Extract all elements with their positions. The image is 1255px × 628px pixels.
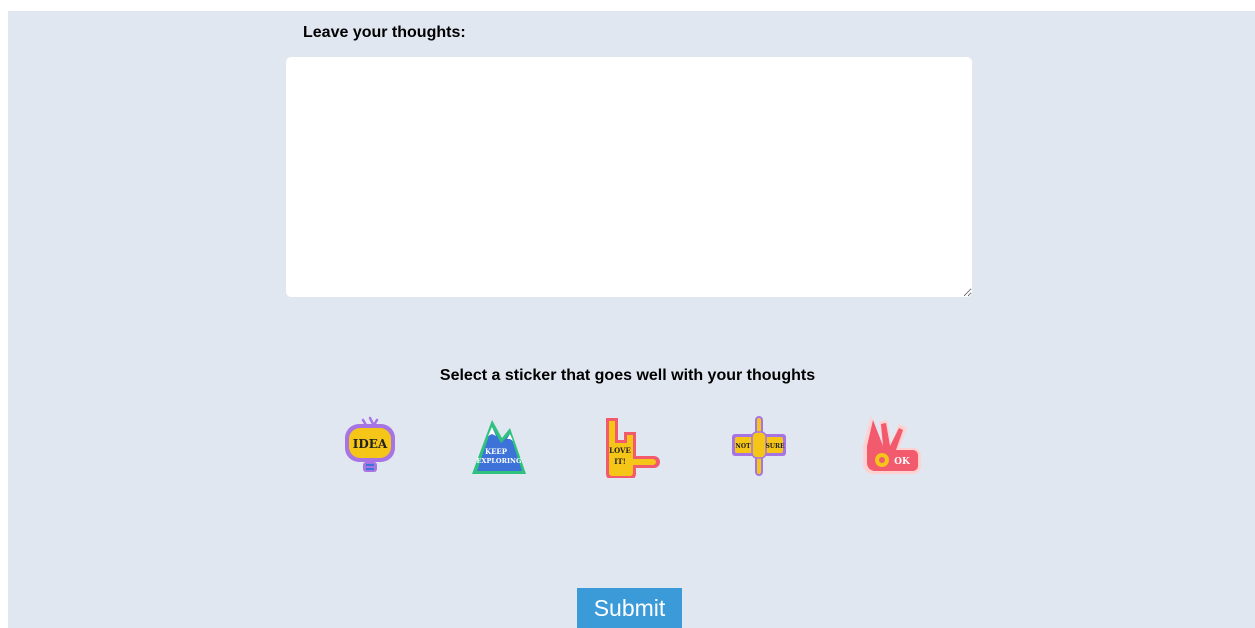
sticker-not-sure[interactable]: NOT SURE xyxy=(728,414,790,478)
submit-button[interactable]: Submit xyxy=(577,588,682,628)
svg-text:SURE: SURE xyxy=(765,443,785,450)
idea-bulb-icon: IDEA xyxy=(345,416,395,472)
sticker-prompt: Select a sticker that goes well with you… xyxy=(439,367,816,384)
sticker-love-it[interactable]: LOVE IT! xyxy=(598,414,660,478)
keep-exploring-mountain-icon: KEEP EXPLORING xyxy=(472,420,526,474)
sticker-keep-exploring[interactable]: KEEP EXPLORING xyxy=(468,414,530,478)
svg-text:LOVE: LOVE xyxy=(609,446,631,455)
svg-text:IT!: IT! xyxy=(614,457,626,466)
thoughts-label: Leave your thoughts: xyxy=(303,24,466,41)
svg-text:KEEP: KEEP xyxy=(485,447,508,456)
thoughts-textarea[interactable] xyxy=(286,57,972,297)
sticker-idea[interactable]: IDEA xyxy=(339,414,401,478)
sticker-ok[interactable]: OK xyxy=(861,414,923,478)
svg-text:OK: OK xyxy=(894,457,911,467)
love-it-hand-icon: LOVE IT! xyxy=(606,418,660,478)
svg-text:IDEA: IDEA xyxy=(353,437,388,451)
svg-text:EXPLORING: EXPLORING xyxy=(476,457,522,465)
ok-hand-icon: OK xyxy=(863,416,921,474)
not-sure-hand-icon: NOT SURE xyxy=(732,416,786,476)
svg-text:NOT: NOT xyxy=(735,443,751,450)
